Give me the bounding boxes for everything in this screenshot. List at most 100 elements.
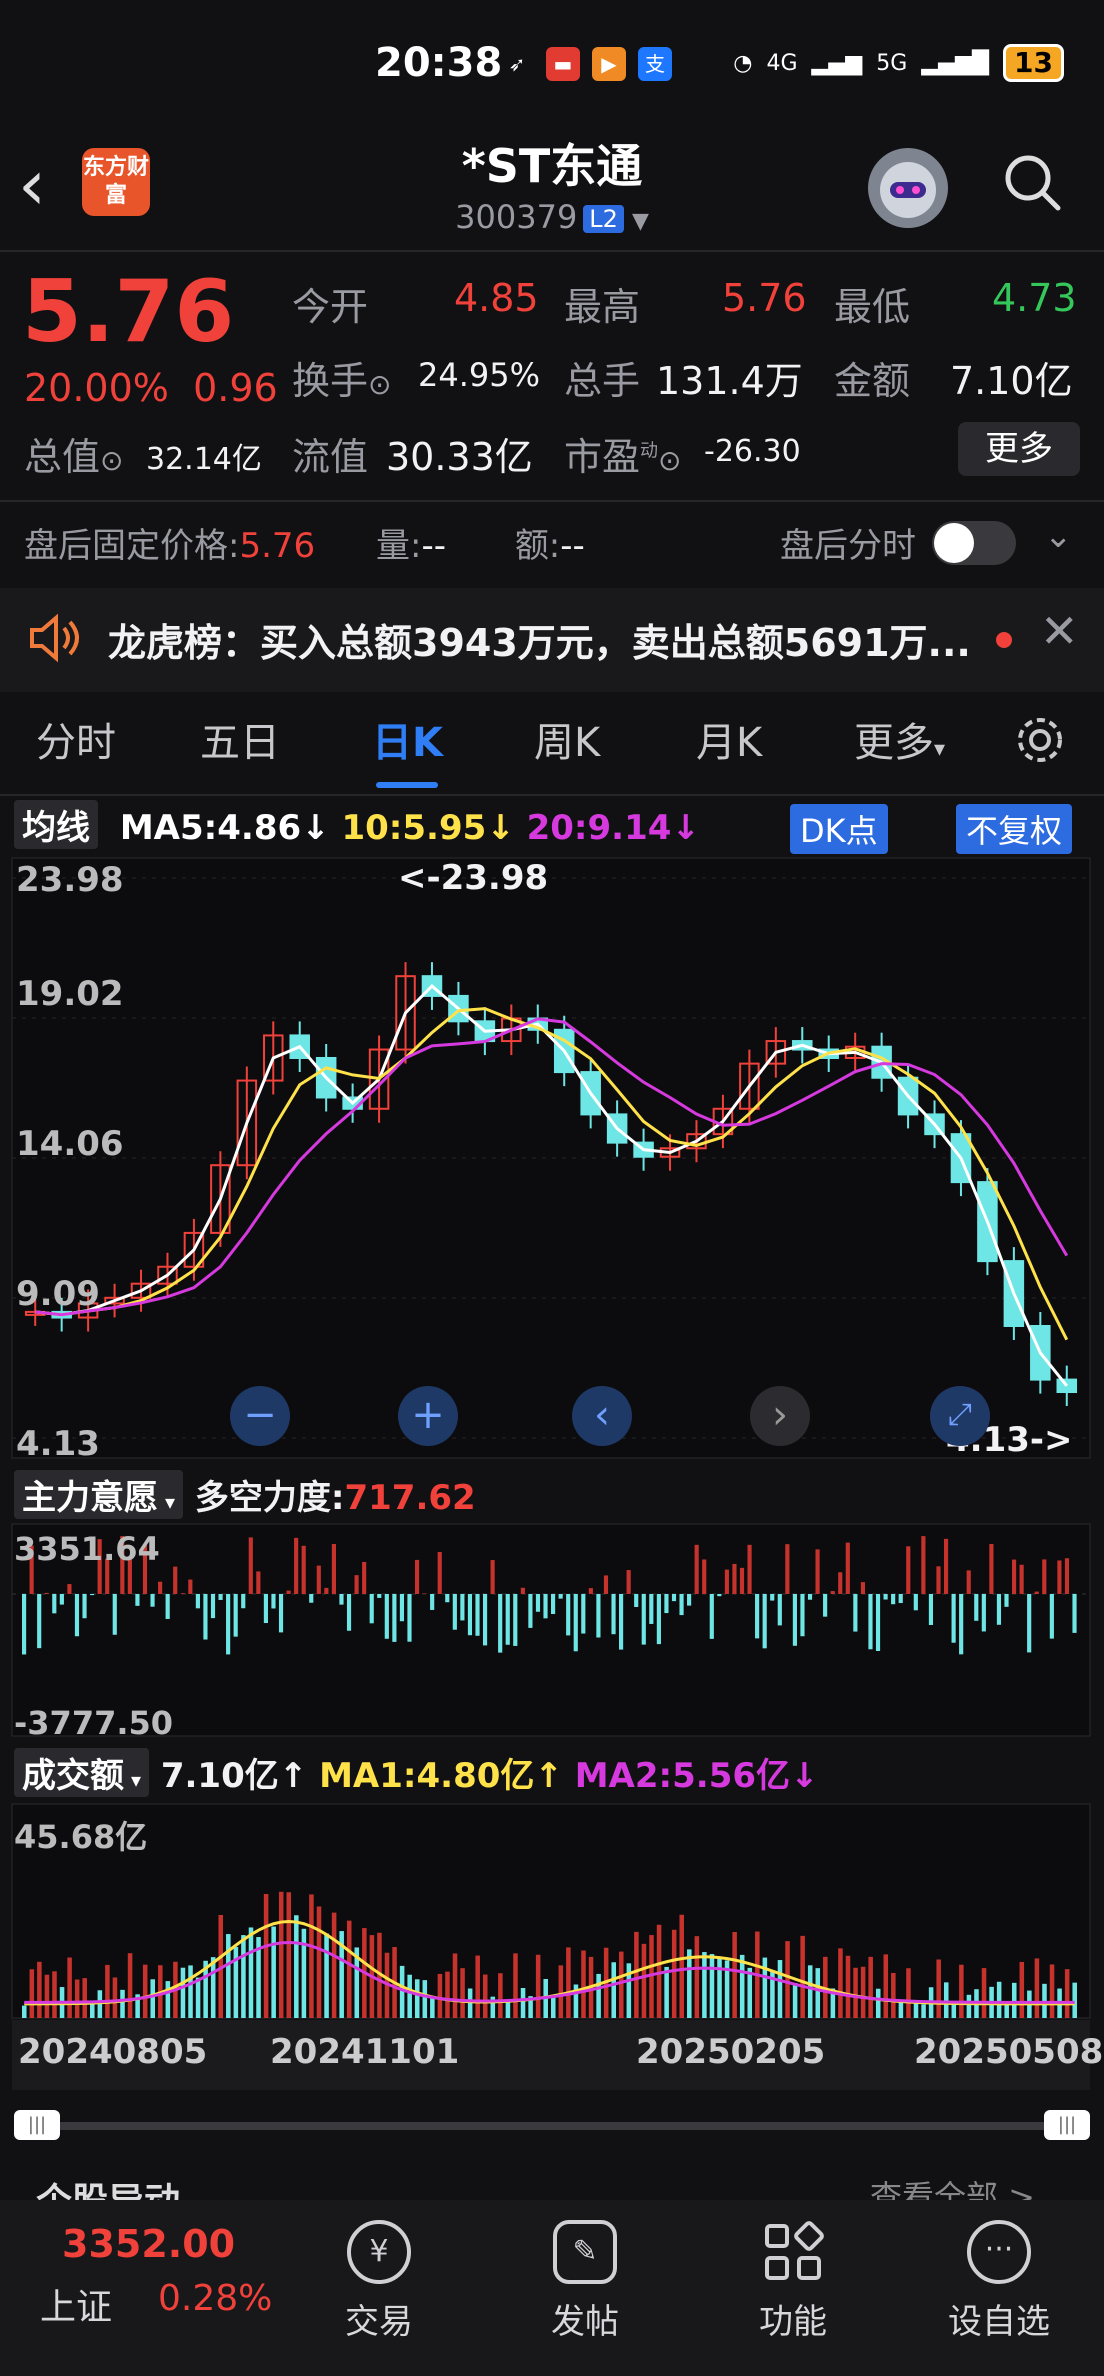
nav-watchlist[interactable]: ··· 设自选 <box>934 2220 1064 2343</box>
force-bar <box>210 1593 216 1619</box>
force-bar <box>611 1593 616 1635</box>
force-selector[interactable]: 主力意愿 ▾ <box>14 1470 184 1519</box>
volume-bar <box>127 1953 133 2018</box>
grid-icon <box>761 2220 825 2284</box>
force-bar <box>687 1593 692 1606</box>
volume-bar <box>520 1987 526 2018</box>
nav-post[interactable]: ✎ 发帖 <box>520 2220 650 2343</box>
volume-bar <box>271 1926 276 2018</box>
force-bar <box>732 1563 737 1594</box>
force-bar <box>112 1593 117 1635</box>
pan-left-button[interactable]: ‹ <box>572 1386 632 1446</box>
volume-bar <box>294 1915 299 2018</box>
force-bar <box>203 1593 208 1640</box>
volume-bar <box>943 1982 949 2018</box>
zoom-in-button[interactable]: + <box>398 1386 458 1446</box>
force-bar <box>180 1593 185 1594</box>
volume-bar <box>906 1968 911 2018</box>
force-bar <box>490 1560 495 1594</box>
force-bar <box>739 1567 745 1594</box>
force-bar <box>384 1593 389 1639</box>
volume-bar <box>641 1943 647 2018</box>
index-name[interactable]: 上证 <box>40 2278 112 2330</box>
volume-bar <box>626 1963 632 2018</box>
force-bar <box>67 1584 72 1594</box>
volume-bar <box>664 1966 669 2018</box>
force-bar <box>823 1593 828 1617</box>
force-bar <box>656 1593 661 1645</box>
volume-bar <box>498 1973 503 2018</box>
force-bar <box>1049 1593 1054 1639</box>
nav-functions[interactable]: 功能 <box>728 2220 858 2343</box>
zoom-out-button[interactable]: − <box>230 1386 290 1446</box>
force-bar <box>558 1593 563 1599</box>
force-bar <box>619 1593 624 1650</box>
volume-bar <box>679 1914 685 2018</box>
volume-bar <box>37 1961 42 2018</box>
force-bar <box>626 1570 631 1594</box>
force-bar <box>694 1544 699 1594</box>
volume-bar <box>558 1965 564 2018</box>
force-bar <box>649 1593 654 1624</box>
force-bar <box>1034 1591 1039 1594</box>
force-bar <box>566 1593 571 1636</box>
volume-bar <box>785 1941 790 2018</box>
force-bar <box>233 1593 238 1637</box>
volume-bar <box>437 1973 443 2018</box>
force-panel <box>11 1523 1091 1737</box>
force-bar <box>966 1570 971 1594</box>
k-ytick-2: 14.06 <box>16 1124 124 1164</box>
range-scrollbar[interactable]: ||| ||| <box>14 2110 1090 2140</box>
force-bar <box>346 1593 352 1631</box>
force-bar <box>800 1593 805 1637</box>
volume-bar <box>331 1912 337 2018</box>
force-bar <box>150 1593 155 1607</box>
volume-ma1: MA1:4.80亿↑ <box>319 1756 563 1796</box>
force-bar <box>263 1593 268 1624</box>
force-bar <box>392 1593 397 1642</box>
volume-bar <box>1064 1969 1070 2018</box>
k-line-panel <box>11 857 1091 1459</box>
fullscreen-icon[interactable]: ⤢ <box>930 1386 990 1446</box>
force-bar <box>943 1538 949 1594</box>
volume-bar <box>853 1967 858 2018</box>
force-bar <box>52 1593 57 1614</box>
volume-bar <box>324 1933 329 2018</box>
nav-trade[interactable]: ¥ 交易 <box>314 2220 444 2343</box>
volume-bar <box>566 1947 571 2018</box>
force-bar <box>996 1593 1002 1625</box>
force-bar <box>679 1593 684 1616</box>
force-bar <box>906 1546 911 1594</box>
range-handle-right[interactable]: ||| <box>1044 2110 1090 2140</box>
volume-bar <box>581 1950 586 2018</box>
force-bar <box>437 1551 442 1594</box>
chart-canvas[interactable] <box>0 0 1104 2140</box>
volume-bar <box>702 1952 707 2018</box>
force-bar <box>467 1593 473 1636</box>
force-bar <box>135 1593 140 1606</box>
force-bar <box>44 1592 49 1594</box>
force-bar <box>498 1593 503 1653</box>
force-legend: 主力意愿 ▾ 多空力度:717.62 <box>14 1470 476 1519</box>
force-bar <box>90 1593 95 1596</box>
force-bar <box>664 1593 669 1614</box>
force-bar <box>853 1593 858 1632</box>
index-change[interactable]: 0.28% <box>158 2278 272 2319</box>
volume-bar <box>248 1927 254 2018</box>
force-bar <box>74 1593 80 1637</box>
volume-bar <box>263 1893 269 2018</box>
force-bar <box>414 1559 420 1594</box>
volume-bar <box>966 1994 972 2018</box>
force-bar <box>807 1593 813 1600</box>
volume-selector[interactable]: 成交额 ▾ <box>14 1748 150 1797</box>
force-bar <box>913 1593 918 1611</box>
pan-right-button[interactable]: › <box>750 1386 810 1446</box>
force-bar <box>838 1572 843 1594</box>
volume-bar <box>535 1954 541 2018</box>
date-label-2: 20250205 <box>636 2032 826 2072</box>
index-price[interactable]: 3352.00 <box>62 2222 235 2266</box>
volume-bar <box>241 1935 246 2018</box>
range-handle-left[interactable]: ||| <box>14 2110 60 2140</box>
force-bar <box>709 1593 714 1639</box>
force-panel-frame <box>11 1523 1091 1737</box>
